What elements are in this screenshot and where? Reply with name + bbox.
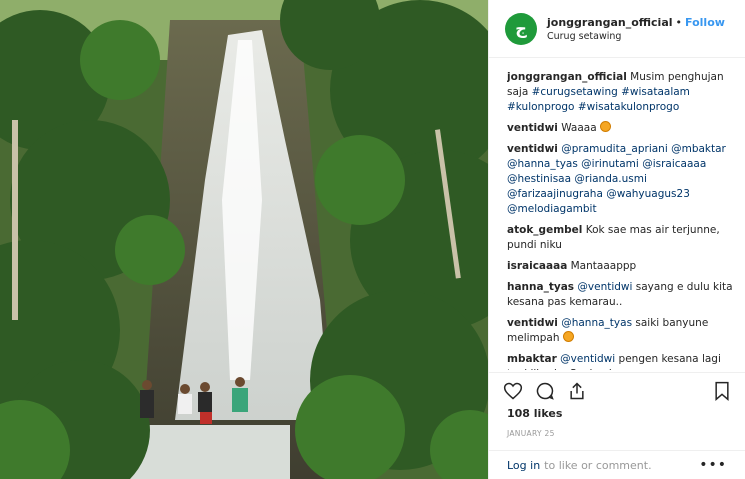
separator-dot: • — [675, 15, 683, 29]
mention[interactable]: @mbaktar — [671, 143, 726, 155]
comment-user[interactable]: mbaktar — [507, 353, 557, 365]
mention[interactable]: @israicaaaa — [642, 158, 706, 170]
heart-eyes-emoji-icon — [600, 121, 612, 132]
comment-user[interactable]: ventidwi — [507, 317, 558, 329]
comment-user[interactable]: atok_gembel — [507, 224, 582, 236]
caption: jonggrangan_official Musim penghujan saj… — [507, 70, 735, 115]
mention[interactable]: @hanna_tyas — [561, 317, 632, 329]
heart-eyes-emoji-icon — [562, 331, 574, 342]
mention[interactable]: @pramudita_apriani — [561, 143, 668, 155]
heart-icon[interactable] — [503, 381, 523, 401]
hashtag[interactable]: #wisatakulonprogo — [578, 101, 679, 113]
bookmark-icon[interactable] — [713, 381, 731, 401]
comment-user[interactable]: israicaaaa — [507, 260, 567, 272]
mention[interactable]: @hanna_tyas — [507, 158, 578, 170]
post-photo[interactable] — [0, 0, 488, 479]
comment-user[interactable]: ventidwi — [507, 143, 558, 155]
comment-user[interactable]: hanna_tyas — [507, 281, 574, 293]
mention[interactable]: @melodiagambit — [507, 203, 597, 215]
mention[interactable]: @wahyuagus23 — [606, 188, 690, 200]
mention[interactable]: @hestinisaa — [507, 173, 571, 185]
footer-text: to like or comment. — [544, 458, 652, 472]
caption-user[interactable]: jonggrangan_official — [507, 71, 627, 83]
comment-item: ventidwi @hanna_tyas saiki banyune melim… — [507, 316, 735, 346]
comment-item: ventidwi @pramudita_apriani @mbaktar @ha… — [507, 142, 735, 217]
comment-item: hanna_tyas @ventidwi sayang e dulu kita … — [507, 280, 735, 310]
hashtag[interactable]: #curugsetawing — [532, 86, 618, 98]
comment-text: Mantaaappp — [570, 260, 637, 272]
mention[interactable]: @ventidwi — [577, 281, 632, 293]
waterfall-image — [0, 0, 488, 479]
mention[interactable]: @rianda.usmi — [574, 173, 647, 185]
mention[interactable]: @irinutami — [581, 158, 639, 170]
comment-text: Waaaa — [561, 122, 597, 134]
hashtag[interactable]: #kulonprogo — [507, 101, 574, 113]
username[interactable]: jonggrangan_official — [547, 16, 673, 29]
post-sidebar: ج jonggrangan_official • Follow Curug seta… — [488, 0, 745, 479]
comment-user[interactable]: ventidwi — [507, 122, 558, 134]
post-date: JANUARY 25 — [507, 429, 555, 438]
comment-icon[interactable] — [535, 381, 555, 401]
location-link[interactable]: Curug setawing — [547, 31, 725, 42]
comment-item: israicaaaa Mantaaappp — [507, 259, 735, 274]
login-link[interactable]: Log in — [507, 459, 540, 472]
avatar[interactable]: ج — [505, 12, 537, 45]
comment-item: mbaktar @ventidwi pengen kesana lagi tap… — [507, 352, 735, 370]
more-options-icon[interactable]: ••• — [699, 457, 727, 473]
share-icon[interactable] — [567, 381, 587, 401]
mention[interactable]: @farizaajinugraha — [507, 188, 603, 200]
action-bar: 108 likes JANUARY 25 — [489, 372, 745, 438]
hashtag[interactable]: #wisataalam — [621, 86, 690, 98]
mention[interactable]: @ventidwi — [560, 353, 615, 365]
likes-count[interactable]: 108 likes — [489, 407, 745, 420]
comment-item: atok_gembel Kok sae mas air terjunne, pu… — [507, 223, 735, 253]
post-header: ج jonggrangan_official • Follow Curug seta… — [489, 0, 745, 58]
comments-list: jonggrangan_official Musim penghujan saj… — [507, 70, 735, 370]
instagram-post: ج jonggrangan_official • Follow Curug seta… — [0, 0, 745, 479]
comment-item: ventidwi Waaaa — [507, 121, 735, 136]
follow-button[interactable]: Follow — [685, 16, 725, 29]
comment-footer: Log in to like or comment. ••• — [489, 450, 745, 479]
